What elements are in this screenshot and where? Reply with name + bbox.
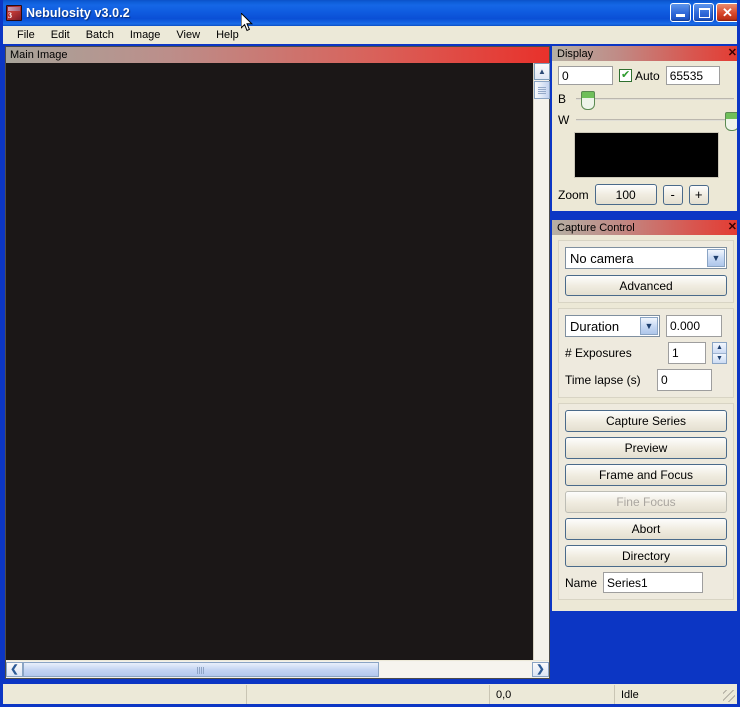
levels-row: Auto	[558, 66, 734, 85]
close-button[interactable]: ✕	[716, 3, 737, 22]
black-slider-thumb[interactable]	[580, 91, 595, 110]
mdi-client-area: Main Image ▲ ❮ ❯ Display ✕ 0 ✔ Auto 6553…	[3, 44, 737, 684]
auto-checkbox[interactable]: Auto	[619, 68, 660, 83]
menu-bar: File Edit Batch Image View Help	[3, 26, 737, 44]
status-pane-1	[3, 685, 246, 705]
directory-button[interactable]: Directory	[565, 545, 727, 567]
display-panel-body: Auto B W	[552, 61, 737, 211]
exposures-row: # Exposures ▲ ▼	[565, 342, 727, 364]
capture-panel-title: Capture Control	[557, 221, 635, 234]
menu-item-view[interactable]: View	[168, 28, 208, 42]
black-slider-track[interactable]	[576, 91, 734, 110]
main-image-title: Main Image	[10, 49, 68, 61]
duration-input[interactable]	[666, 315, 722, 337]
horizontal-scroll-track[interactable]	[23, 662, 532, 677]
image-horizontal-scrollbar[interactable]: ❮ ❯	[6, 661, 549, 678]
menu-item-image[interactable]: Image	[122, 28, 169, 42]
camera-select-value: No camera	[570, 250, 634, 266]
resize-grip-icon[interactable]	[723, 690, 735, 702]
close-icon: ✕	[722, 5, 733, 20]
window-controls: ✕	[670, 3, 737, 22]
status-bar: 0,0 Idle	[3, 684, 737, 704]
window-title: Nebulosity v3.0.2	[26, 6, 130, 20]
name-label: Name	[565, 575, 598, 590]
status-coordinates: 0,0	[489, 684, 614, 704]
camera-select[interactable]: No camera ▼	[565, 247, 727, 269]
scroll-up-icon[interactable]: ▲	[534, 63, 550, 80]
auto-label: Auto	[635, 68, 660, 83]
white-level-input[interactable]	[665, 66, 720, 85]
status-pane-2	[246, 684, 489, 704]
title-bar: Nebulosity v3.0.2 ✕	[3, 0, 737, 26]
frame-and-focus-button[interactable]: Frame and Focus	[565, 464, 727, 486]
display-panel-close-icon[interactable]: ✕	[728, 48, 737, 59]
actions-group: Capture Series Preview Frame and Focus F…	[558, 403, 734, 600]
menu-item-file[interactable]: File	[9, 28, 43, 42]
menu-item-help[interactable]: Help	[208, 28, 247, 42]
chevron-down-icon[interactable]: ▼	[707, 249, 725, 267]
main-image-window: Main Image ▲ ❮ ❯	[5, 46, 550, 679]
timelapse-row: Time lapse (s)	[565, 369, 727, 391]
duration-row: Duration ▼	[565, 315, 727, 337]
display-panel: Display ✕ Auto B	[552, 46, 737, 211]
application-window: Nebulosity v3.0.2 ✕ File Edit Batch Imag…	[0, 0, 740, 707]
exposures-input[interactable]	[668, 342, 706, 364]
display-panel-title-bar: Display ✕	[552, 46, 737, 61]
chevron-down-icon[interactable]: ▼	[640, 317, 658, 335]
abort-button[interactable]: Abort	[565, 518, 727, 540]
camera-group: No camera ▼ Advanced	[558, 240, 734, 303]
zoom-out-button[interactable]: -	[662, 184, 683, 205]
main-image-title-bar: Main Image	[6, 47, 549, 63]
image-vertical-scrollbar[interactable]: ▲	[533, 63, 550, 660]
preview-button[interactable]: Preview	[565, 437, 727, 459]
horizontal-scroll-thumb[interactable]	[23, 662, 380, 677]
image-canvas[interactable]	[6, 63, 549, 660]
vertical-scroll-thumb[interactable]	[534, 81, 550, 99]
minimize-icon	[676, 14, 685, 17]
zoom-row: Zoom 100 - +	[558, 184, 734, 205]
menu-item-batch[interactable]: Batch	[78, 28, 122, 42]
capture-panel-close-icon[interactable]: ✕	[728, 222, 737, 233]
stepper-down-icon[interactable]: ▼	[713, 353, 726, 363]
capture-control-panel: Capture Control ✕ No camera ▼ Advanced D…	[552, 220, 737, 611]
timelapse-input[interactable]	[657, 369, 712, 391]
black-level-input[interactable]	[558, 66, 613, 85]
black-slider-label: B	[558, 92, 567, 106]
histogram-preview	[573, 132, 719, 178]
minimize-button[interactable]	[670, 3, 691, 22]
exposures-label: # Exposures	[565, 346, 632, 360]
capture-series-button[interactable]: Capture Series	[565, 410, 727, 432]
exposure-group: Duration ▼ # Exposures ▲ ▼	[558, 308, 734, 398]
black-slider-row: B	[558, 90, 734, 110]
fine-focus-button: Fine Focus	[565, 491, 727, 513]
app-icon[interactable]	[6, 5, 22, 21]
exposures-stepper[interactable]: ▲ ▼	[712, 342, 727, 364]
zoom-value-button[interactable]: 100	[594, 184, 657, 205]
menu-item-edit[interactable]: Edit	[43, 28, 78, 42]
capture-panel-body: No camera ▼ Advanced Duration ▼ 0.000 # …	[552, 235, 737, 611]
stepper-up-icon[interactable]: ▲	[713, 343, 726, 354]
name-row: Name	[565, 572, 727, 593]
scroll-left-icon[interactable]: ❮	[6, 662, 23, 677]
maximize-icon	[699, 8, 710, 18]
zoom-label: Zoom	[558, 187, 589, 202]
maximize-button[interactable]	[693, 3, 714, 22]
duration-mode-value: Duration	[570, 318, 620, 334]
capture-panel-title-bar: Capture Control ✕	[552, 220, 737, 235]
right-dock: Display ✕ Auto B	[552, 46, 737, 679]
auto-checkbox-box[interactable]	[619, 68, 632, 82]
duration-mode-select[interactable]: Duration ▼	[565, 315, 660, 337]
white-slider-label: W	[558, 113, 570, 127]
white-slider-thumb[interactable]	[724, 112, 737, 131]
timelapse-label: Time lapse (s)	[565, 373, 641, 387]
advanced-button[interactable]: Advanced	[565, 275, 727, 296]
status-state: Idle	[614, 684, 737, 704]
display-panel-title: Display	[557, 47, 594, 60]
scroll-right-icon[interactable]: ❯	[532, 662, 549, 677]
white-slider-track[interactable]	[576, 112, 737, 131]
white-slider-row: W	[558, 111, 737, 131]
series-name-input[interactable]	[603, 572, 704, 593]
zoom-in-button[interactable]: +	[688, 184, 709, 205]
